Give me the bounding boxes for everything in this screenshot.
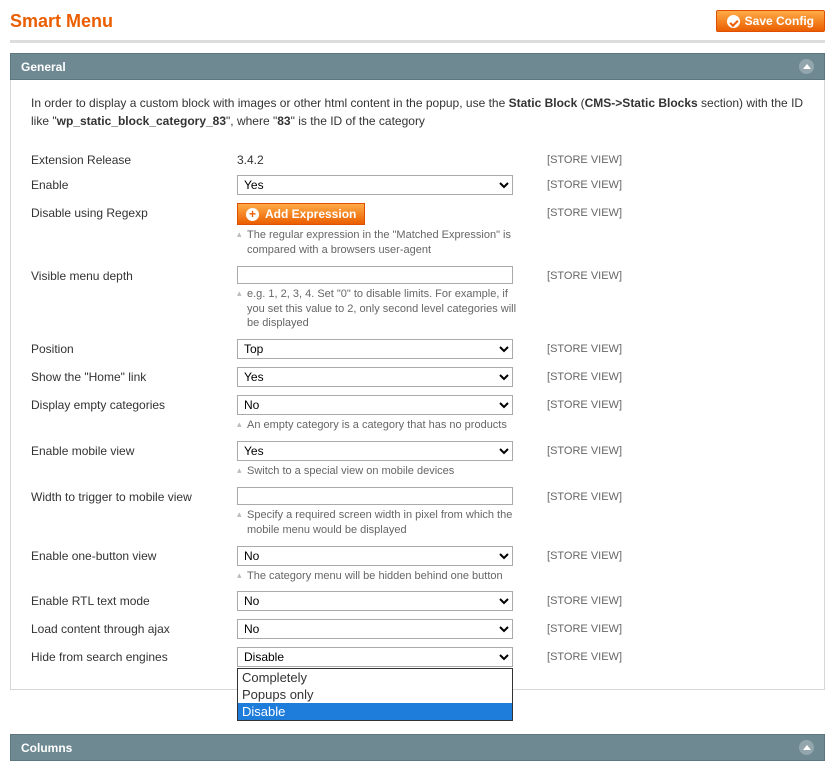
option-completely[interactable]: Completely [238,669,512,686]
section-general-body: In order to display a custom block with … [10,80,825,690]
label-ajax: Load content through ajax [31,619,237,636]
scope-rtl: STORE VIEW [517,591,647,607]
section-columns-header[interactable]: Columns [10,734,825,761]
scope-release: STORE VIEW [517,150,647,166]
scope-onebtn: STORE VIEW [517,546,647,562]
section-columns-title: Columns [21,741,72,755]
label-regexp: Disable using Regexp [31,203,237,220]
select-hide-dropdown[interactable]: Completely Popups only Disable [237,668,513,721]
add-expression-label: Add Expression [265,207,356,221]
label-depth: Visible menu depth [31,266,237,283]
save-config-button[interactable]: Save Config [716,10,825,32]
note-empty: An empty category is a category that has… [237,418,517,433]
page-title: Smart Menu [10,11,113,32]
save-button-label: Save Config [745,14,814,28]
scope-hide: STORE VIEW [517,647,647,663]
select-position[interactable]: Top [237,339,513,359]
section-general-title: General [21,60,66,74]
value-release: 3.4.2 [237,150,264,167]
label-home: Show the "Home" link [31,367,237,384]
label-mobile: Enable mobile view [31,441,237,458]
label-onebtn: Enable one-button view [31,546,237,563]
scope-position: STORE VIEW [517,339,647,355]
note-onebtn: The category menu will be hidden behind … [237,569,517,584]
select-home[interactable]: Yes [237,367,513,387]
scope-mobile: STORE VIEW [517,441,647,457]
select-empty[interactable]: No [237,395,513,415]
select-mobile[interactable]: Yes [237,441,513,461]
label-enable: Enable [31,175,237,192]
scope-regexp: STORE VIEW [517,203,647,219]
select-enable[interactable]: Yes [237,175,513,195]
scope-depth: STORE VIEW [517,266,647,282]
section-general-header[interactable]: General [10,53,825,80]
scope-enable: STORE VIEW [517,175,647,191]
label-hide: Hide from search engines [31,647,237,664]
input-mwidth[interactable] [237,487,513,505]
scope-ajax: STORE VIEW [517,619,647,635]
scope-empty: STORE VIEW [517,395,647,411]
info-text: In order to display a custom block with … [31,94,804,130]
label-release: Extension Release [31,150,237,167]
collapse-icon [799,740,814,755]
plus-icon: + [246,208,259,221]
label-position: Position [31,339,237,356]
scope-home: STORE VIEW [517,367,647,383]
note-mwidth: Specify a required screen width in pixel… [237,508,517,538]
add-expression-button[interactable]: + Add Expression [237,203,365,225]
option-disable[interactable]: Disable [238,703,512,720]
select-hide[interactable]: Disable [237,647,513,667]
label-empty: Display empty categories [31,395,237,412]
input-depth[interactable] [237,266,513,284]
label-mwidth: Width to trigger to mobile view [31,487,237,504]
select-onebtn[interactable]: No [237,546,513,566]
label-rtl: Enable RTL text mode [31,591,237,608]
select-rtl[interactable]: No [237,591,513,611]
collapse-icon [799,59,814,74]
scope-mwidth: STORE VIEW [517,487,647,503]
note-regexp: The regular expression in the "Matched E… [237,228,517,258]
check-icon [727,15,740,28]
note-mobile: Switch to a special view on mobile devic… [237,464,517,479]
note-depth: e.g. 1, 2, 3, 4. Set "0" to disable limi… [237,287,517,332]
option-popups-only[interactable]: Popups only [238,686,512,703]
select-ajax[interactable]: No [237,619,513,639]
